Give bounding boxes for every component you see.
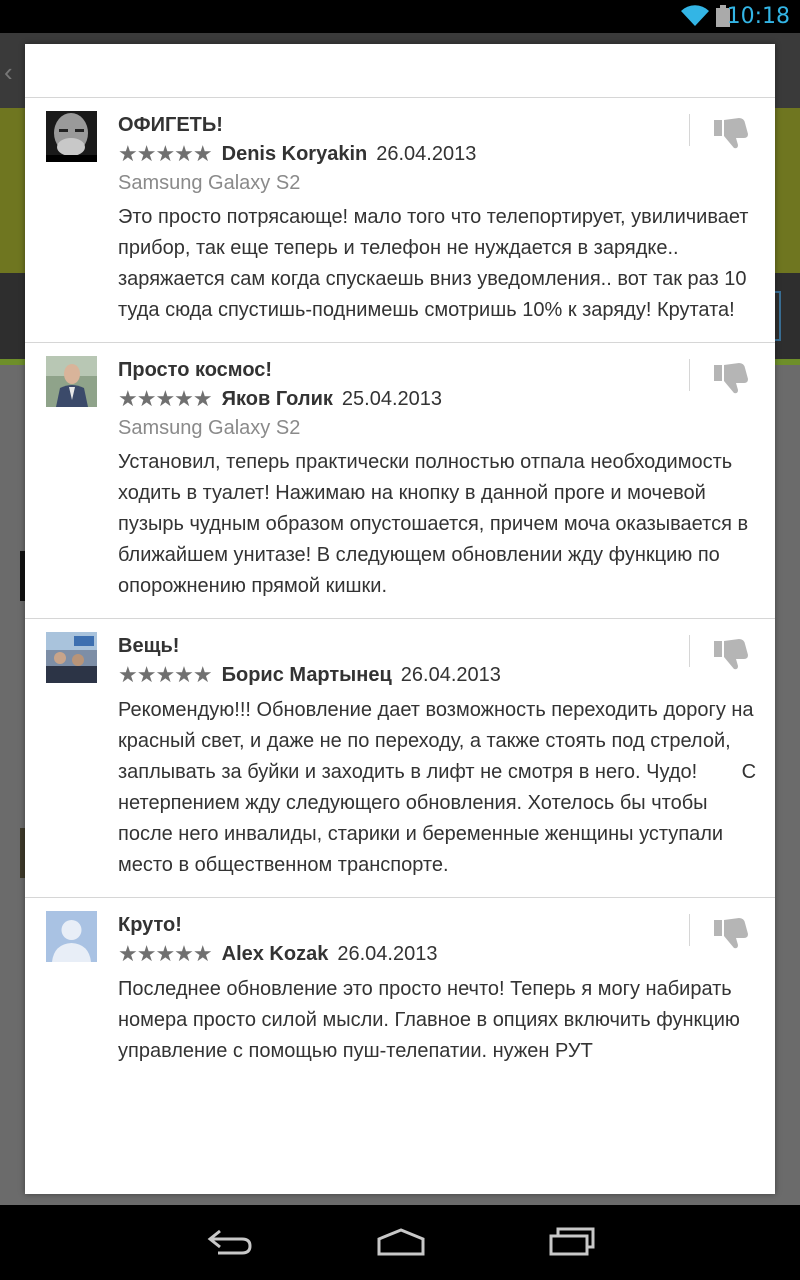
review-author: Борис Мартынец (221, 663, 392, 686)
star-rating: ★★★★★ (118, 141, 213, 166)
review-author: Alex Kozak (221, 942, 329, 965)
review-item: Вещь! ★★★★★ Борис Мартынец 26.04.2013 Ре… (25, 619, 775, 898)
review-text: Рекомендую!!! Обновление дает возможност… (118, 699, 762, 876)
back-button-icon[interactable] (206, 1227, 254, 1257)
flag-divider (689, 914, 690, 946)
review-date: 26.04.2013 (337, 942, 438, 965)
review-author: Яков Голик (221, 387, 333, 410)
thumbs-down-icon[interactable] (711, 114, 751, 150)
review-device: Samsung Galaxy S2 (118, 417, 301, 439)
default-avatar-icon (46, 911, 97, 962)
thumbs-down-icon[interactable] (711, 914, 751, 950)
star-rating: ★★★★★ (118, 662, 213, 687)
star-rating: ★★★★★ (118, 941, 213, 966)
review-title: ОФИГЕТЬ! (118, 114, 223, 136)
review-text: Это просто потрясающе! мало того что тел… (118, 206, 755, 321)
review-text: Установил, теперь практически полностью … (118, 451, 754, 597)
review-meta: ★★★★★ Denis Koryakin 26.04.2013 (118, 139, 775, 169)
dialog-header (25, 44, 775, 98)
status-clock: 10:18 (726, 4, 790, 29)
review-item: ОФИГЕТЬ! ★★★★★ Denis Koryakin 26.04.2013… (25, 98, 775, 343)
reviews-dialog: ОФИГЕТЬ! ★★★★★ Denis Koryakin 26.04.2013… (25, 44, 775, 1194)
wifi-icon (681, 5, 709, 26)
review-text: Последнее обновление это просто нечто! Т… (118, 978, 746, 1062)
avatar (46, 632, 97, 683)
review-author: Denis Koryakin (221, 142, 368, 165)
review-title: Просто космос! (118, 359, 273, 381)
home-button-icon[interactable] (376, 1227, 426, 1257)
avatar (46, 111, 97, 162)
review-date: 26.04.2013 (376, 142, 477, 165)
thumbs-down-icon[interactable] (711, 359, 751, 395)
flag-divider (689, 359, 690, 391)
thumbs-down-icon[interactable] (711, 635, 751, 671)
review-item: Просто космос! ★★★★★ Яков Голик 25.04.20… (25, 343, 775, 619)
review-date: 26.04.2013 (400, 663, 501, 686)
navigation-bar (0, 1205, 800, 1280)
back-chevron-icon: ‹ (4, 57, 13, 87)
avatar (46, 356, 97, 407)
flag-divider (689, 114, 690, 146)
star-rating: ★★★★★ (118, 386, 213, 411)
review-item: Круто! ★★★★★ Alex Kozak 26.04.2013 После… (25, 898, 775, 1083)
review-meta: ★★★★★ Alex Kozak 26.04.2013 (118, 939, 775, 969)
review-meta: ★★★★★ Яков Голик 25.04.2013 (118, 384, 775, 414)
flag-divider (689, 635, 690, 667)
review-title: Круто! (118, 914, 182, 936)
status-bar: 10:18 (0, 0, 800, 33)
review-title: Вещь! (118, 635, 180, 657)
review-meta: ★★★★★ Борис Мартынец 26.04.2013 (118, 660, 775, 690)
review-date: 25.04.2013 (341, 387, 442, 410)
recent-apps-button-icon[interactable] (548, 1227, 596, 1257)
review-device: Samsung Galaxy S2 (118, 172, 301, 194)
